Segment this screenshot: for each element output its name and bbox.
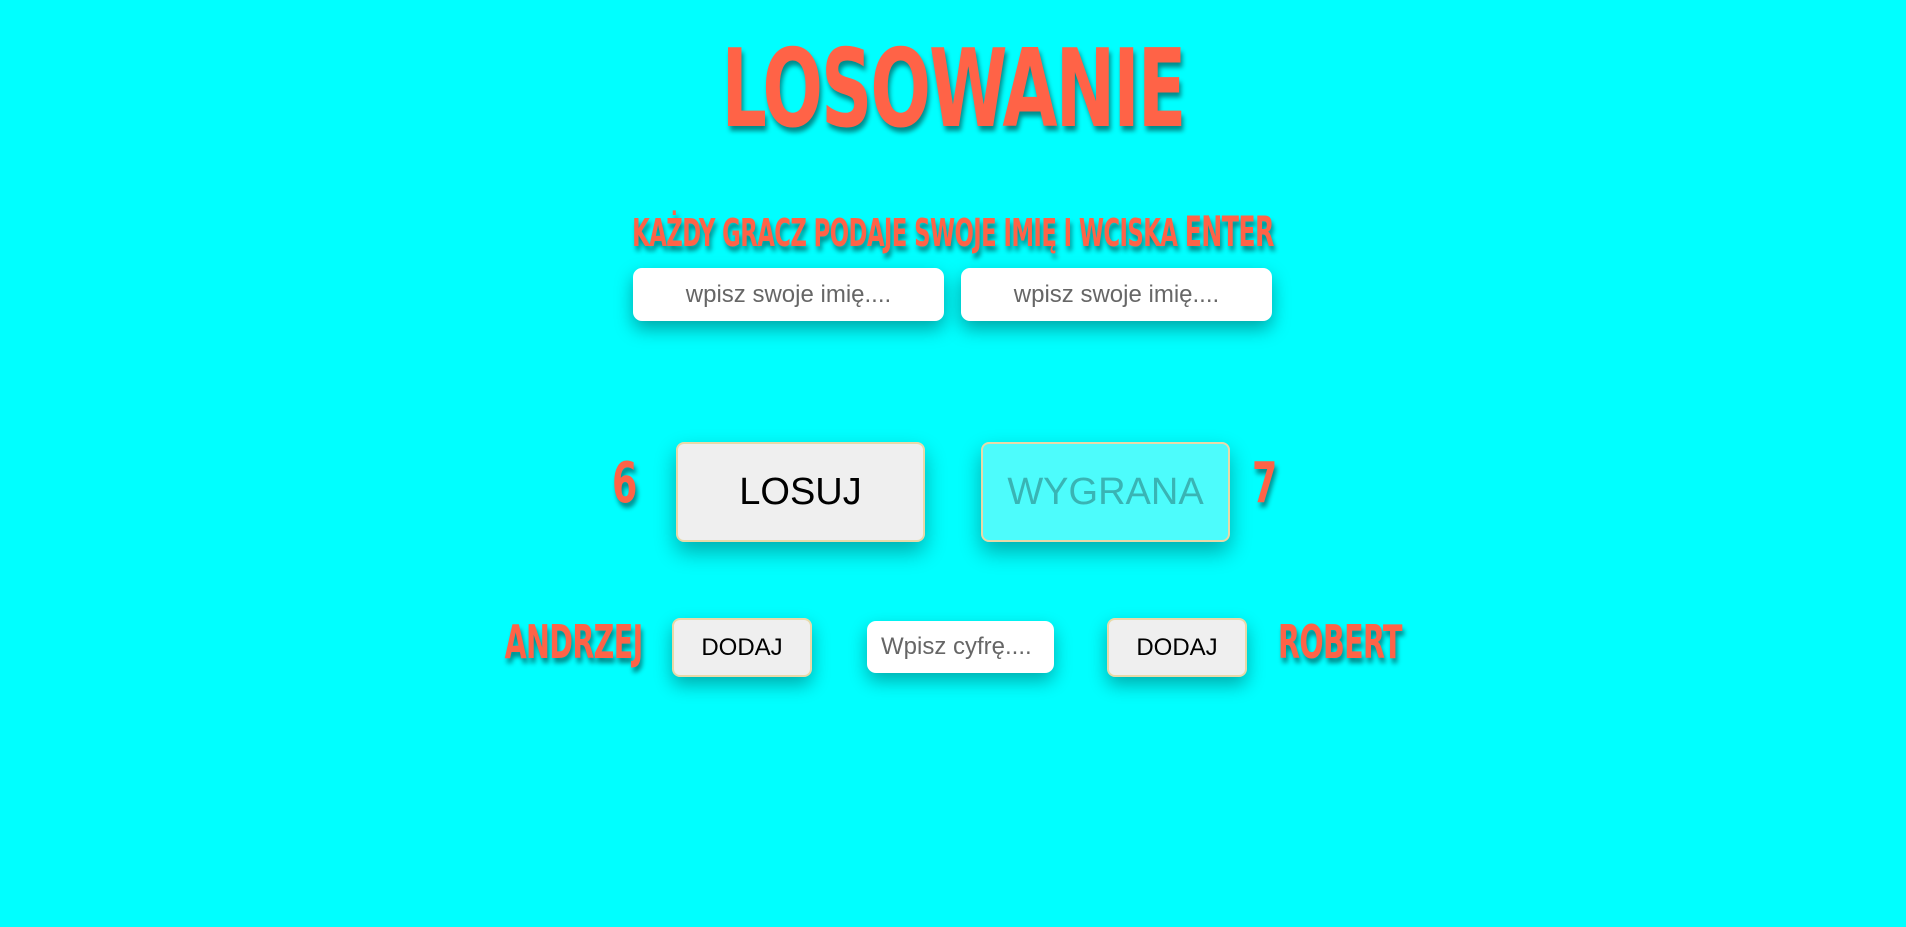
add-player1-button[interactable]: DODAJ <box>672 618 812 677</box>
draw-button[interactable]: LOSUJ <box>676 442 925 542</box>
instruction-key: ENTER <box>1184 207 1275 256</box>
player2-name-input[interactable] <box>961 268 1272 321</box>
player1-score: 6 <box>612 451 638 516</box>
player2-score: 7 <box>1252 451 1278 516</box>
page-title: LOSOWANIE <box>721 27 1186 152</box>
number-input[interactable] <box>867 621 1054 673</box>
instruction-text: KAŻDY GRACZ PODAJE SWOJE IMIĘ I WCISKA E… <box>381 207 1525 256</box>
add-player2-button[interactable]: DODAJ <box>1107 618 1247 677</box>
win-button[interactable]: WYGRANA <box>981 442 1230 542</box>
instruction-main: KAŻDY GRACZ PODAJE SWOJE IMIĘ I WCISKA <box>632 211 1178 255</box>
player2-name: ROBERT <box>1278 615 1402 669</box>
player1-name-input[interactable] <box>633 268 944 321</box>
player1-name: ANDRZEJ <box>504 615 644 669</box>
